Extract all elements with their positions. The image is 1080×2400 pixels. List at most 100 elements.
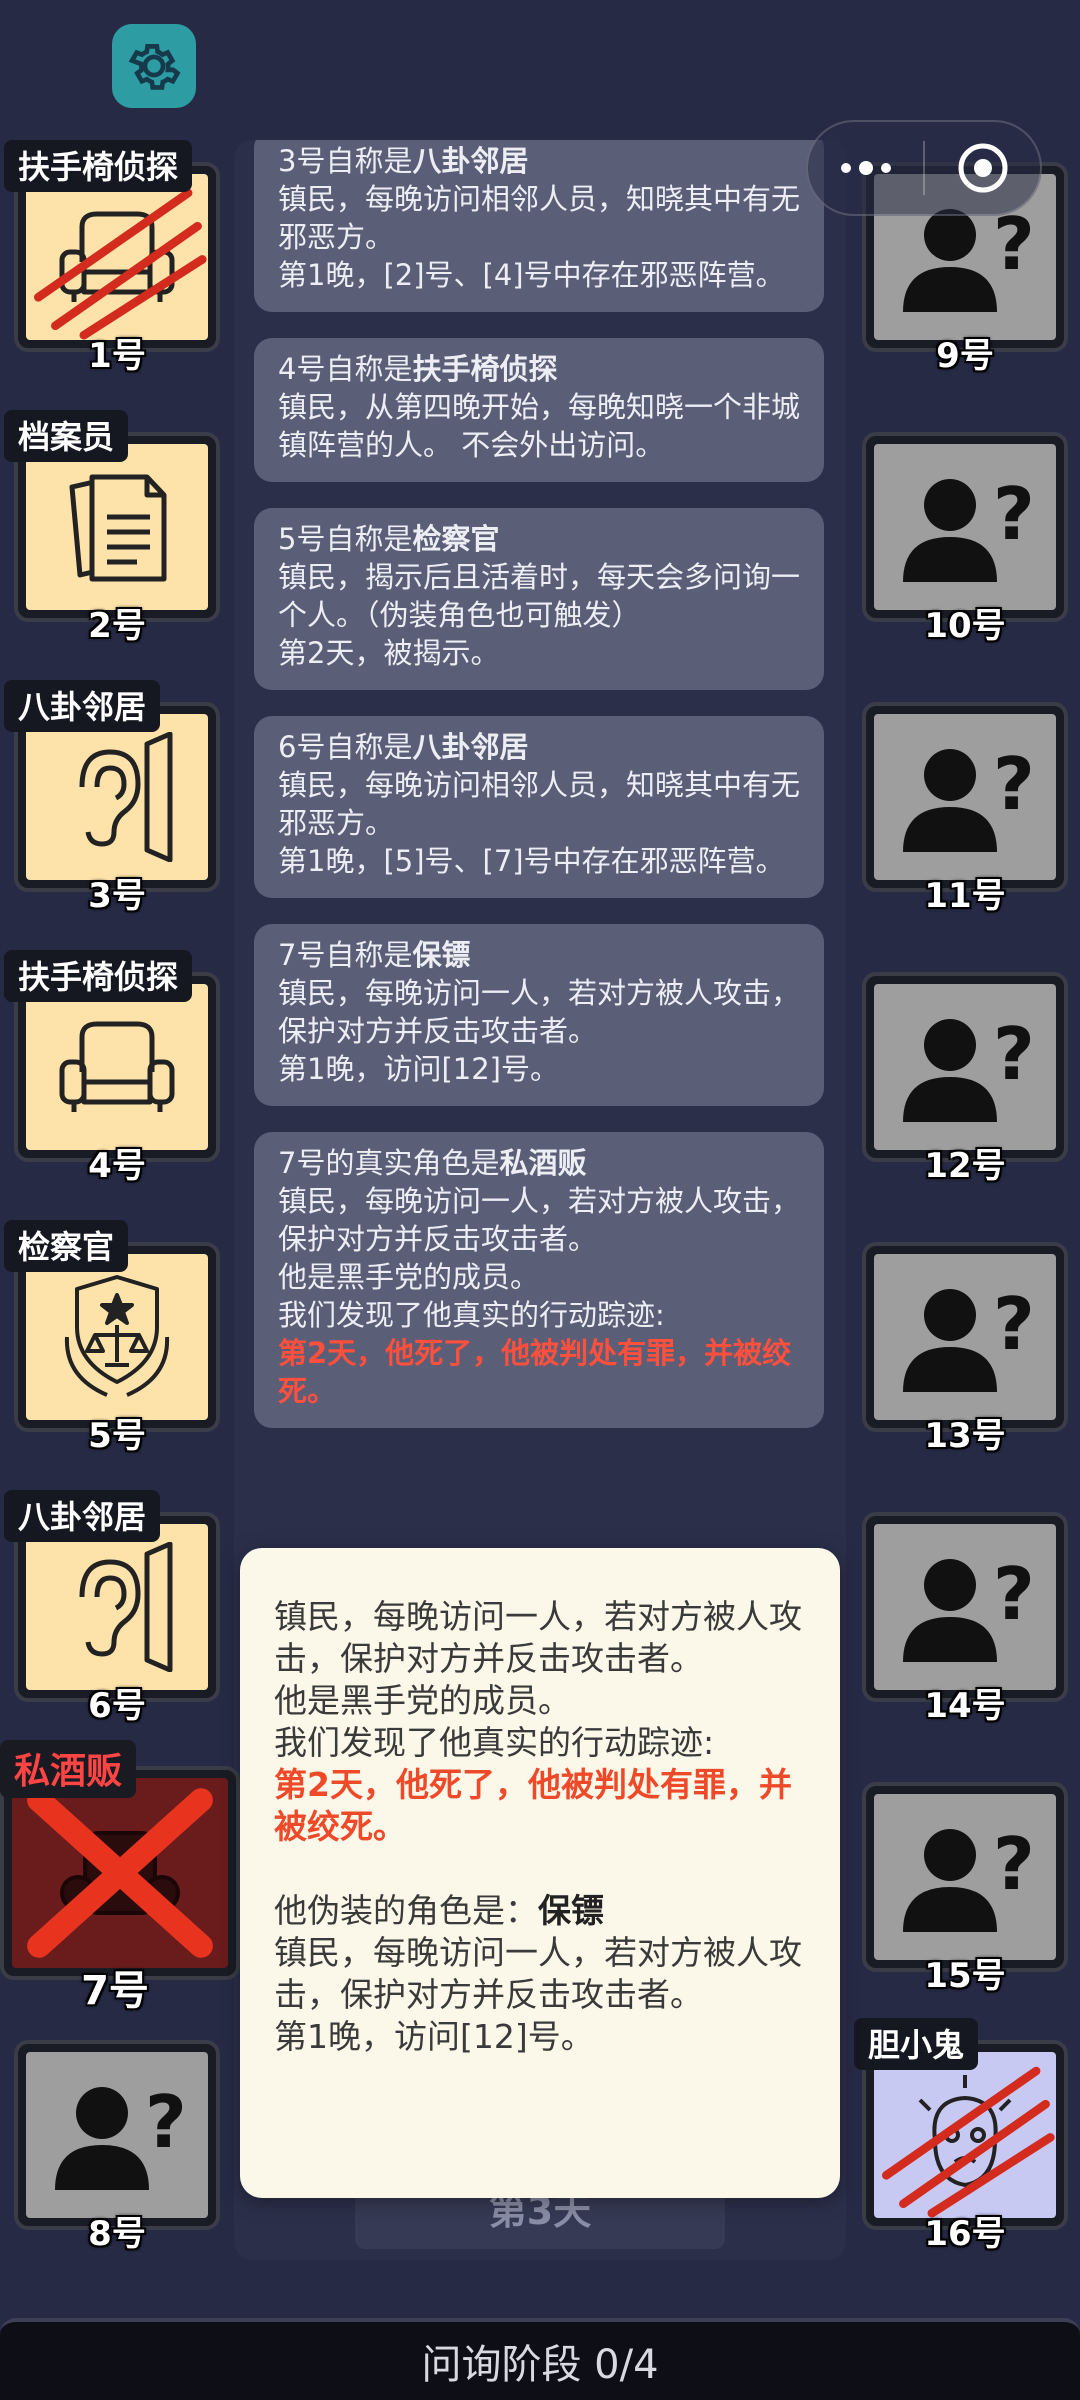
player-tile: ?	[862, 702, 1068, 892]
role-tag: 扶手椅侦探	[4, 950, 193, 1002]
log-list[interactable]: 3号自称是八卦邻居 镇民，每晚访问相邻人员，知晓其中有无邪恶方。 第1晚，[2]…	[254, 140, 824, 1560]
player-portrait: ?	[874, 444, 1056, 610]
mini-program-capsule	[806, 120, 1042, 216]
player-number: 13号	[924, 1416, 1006, 1456]
log-detail: 第2天，被揭示。	[278, 636, 500, 670]
player-portrait	[26, 984, 208, 1150]
svg-text:?: ?	[993, 1552, 1035, 1636]
player-number: 1号	[88, 336, 146, 376]
player-number: 8号	[88, 2214, 146, 2254]
player-tile: ?	[862, 1242, 1068, 1432]
player-seat[interactable]: ? 15号	[850, 1760, 1068, 1996]
log-card: 5号自称是检察官 镇民，揭示后且活着时，每天会多问询一个人。（伪装角色也可触发）…	[254, 508, 824, 690]
popup-death-text: 第2天，他死了，他被判处有罪，并被绞死。	[274, 1765, 792, 1846]
role-tag: 胆小鬼	[854, 2018, 979, 2070]
popup-desc: 镇民，每晚访问一人，若对方被人攻击，保护对方并反击攻击者。	[274, 1597, 802, 1678]
log-card: 4号自称是扶手椅侦探 镇民，从第四晚开始，每晚知晓一个非城镇阵营的人。 不会外出…	[254, 338, 824, 482]
target-close-icon	[958, 143, 1007, 193]
log-title-role: 八卦邻居	[412, 730, 529, 764]
unknown-person-icon: ?	[903, 472, 1035, 582]
unknown-person-icon: ?	[903, 1822, 1035, 1932]
player-seat[interactable]: 扶手椅侦探 4号	[2, 950, 220, 1186]
player-seat[interactable]: ? 10号	[850, 410, 1068, 646]
log-title-prefix: 7号自称是	[278, 938, 413, 972]
svg-text:?: ?	[993, 1822, 1035, 1906]
player-seat[interactable]: ? 13号	[850, 1220, 1068, 1456]
player-portrait: ?	[874, 714, 1056, 880]
log-card-true-role: 7号的真实角色是私酒贩 镇民，每晚访问一人，若对方被人攻击，保护对方并反击攻击者…	[254, 1132, 824, 1428]
popup-faction: 他是黑手党的成员。	[274, 1681, 571, 1720]
log-desc: 镇民，每晚访问一人，若对方被人攻击，保护对方并反击攻击者。	[278, 976, 801, 1048]
player-seat[interactable]: 档案员 2号	[2, 410, 220, 646]
player-seat[interactable]: ? 8号	[2, 2018, 220, 2254]
popup-disguise-role: 保镖	[538, 1891, 604, 1930]
role-tag: 检察官	[4, 1220, 129, 1272]
player-seat[interactable]: 八卦邻居 6号	[2, 1490, 220, 1726]
player-number: 4号	[88, 1146, 146, 1186]
player-portrait	[26, 714, 208, 880]
log-title-prefix: 6号自称是	[278, 730, 413, 764]
player-number: 6号	[88, 1686, 146, 1726]
player-number: 7号	[81, 1968, 149, 2014]
role-tag: 私酒贩	[0, 1740, 137, 1798]
svg-text:?: ?	[993, 1012, 1035, 1096]
player-number: 2号	[88, 606, 146, 646]
more-button[interactable]	[808, 122, 923, 214]
unknown-person-icon: ?	[55, 2080, 187, 2190]
documents-icon	[69, 474, 167, 582]
player-portrait	[12, 1778, 228, 1968]
settings-button[interactable]	[112, 24, 196, 108]
player-seat[interactable]: 胆小鬼 16号	[850, 2018, 1068, 2254]
popup-trace-intro: 我们发现了他真实的行动踪迹:	[274, 1723, 715, 1762]
log-title-prefix: 7号的真实角色是	[278, 1146, 500, 1180]
ear-icon	[79, 732, 173, 862]
log-trace-intro: 我们发现了他真实的行动踪迹:	[278, 1298, 665, 1332]
role-tag: 八卦邻居	[4, 1490, 161, 1542]
svg-text:?: ?	[993, 1282, 1035, 1366]
unknown-person-icon: ?	[903, 1282, 1035, 1392]
player-number: 5号	[88, 1416, 146, 1456]
player-seat[interactable]: ? 11号	[850, 680, 1068, 916]
popup-disguise-prefix: 他伪装的角色是：	[274, 1891, 538, 1930]
player-portrait: ?	[874, 1254, 1056, 1420]
log-title-role: 八卦邻居	[412, 144, 529, 178]
ear-icon	[79, 1542, 173, 1672]
player-number: 10号	[924, 606, 1006, 646]
player-seat[interactable]: 私酒贩 7号	[0, 1740, 240, 2014]
player-portrait: ?	[874, 1524, 1056, 1690]
log-title-prefix: 4号自称是	[278, 352, 413, 386]
log-title-prefix: 3号自称是	[278, 144, 413, 178]
log-detail: 第1晚，[5]号、[7]号中存在邪恶阵营。	[278, 844, 785, 878]
log-card: 6号自称是八卦邻居 镇民，每晚访问相邻人员，知晓其中有无邪恶方。 第1晚，[5]…	[254, 716, 824, 898]
log-desc: 镇民，每晚访问相邻人员，知晓其中有无邪恶方。	[278, 768, 801, 840]
player-seat[interactable]: 检察官 5号	[2, 1220, 220, 1456]
player-tile: ?	[862, 1512, 1068, 1702]
close-mini-program-button[interactable]	[925, 122, 1040, 214]
log-desc: 镇民，从第四晚开始，每晚知晓一个非城镇阵营的人。 不会外出访问。	[278, 390, 801, 462]
gear-icon	[128, 44, 181, 90]
justice-badge-icon	[64, 1275, 170, 1397]
popup-disguise-detail: 第1晚，访问[12]号。	[274, 2017, 594, 2056]
claw-mark-icon	[881, 2066, 1055, 2218]
player-tile: ?	[862, 1782, 1068, 1972]
phase-label: 问询阶段 0/4	[421, 2342, 659, 2388]
claw-mark-icon	[34, 188, 207, 340]
unknown-person-icon: ?	[903, 1552, 1035, 1662]
log-card: 7号自称是保镖 镇民，每晚访问一人，若对方被人攻击，保护对方并反击攻击者。 第1…	[254, 924, 824, 1106]
player-seat[interactable]: 八卦邻居 3号	[2, 680, 220, 916]
armchair-icon	[59, 1021, 175, 1112]
player-number: 9号	[936, 336, 994, 376]
player-seat[interactable]: ? 12号	[850, 950, 1068, 1186]
log-desc: 镇民，每晚访问一人，若对方被人攻击，保护对方并反击攻击者。	[278, 1184, 801, 1256]
log-card: 3号自称是八卦邻居 镇民，每晚访问相邻人员，知晓其中有无邪恶方。 第1晚，[2]…	[254, 140, 824, 312]
popup-spacer	[274, 1848, 806, 1890]
svg-text:?: ?	[993, 472, 1035, 556]
player-number: 12号	[924, 1146, 1006, 1186]
player-portrait: ?	[874, 1794, 1056, 1960]
log-detail: 第1晚，访问[12]号。	[278, 1052, 559, 1086]
role-detail-popup[interactable]: 镇民，每晚访问一人，若对方被人攻击，保护对方并反击攻击者。 他是黑手党的成员。 …	[240, 1548, 840, 2198]
player-seat[interactable]: ? 14号	[850, 1490, 1068, 1726]
player-tile: ?	[14, 2040, 220, 2230]
player-number: 3号	[88, 876, 146, 916]
player-seat[interactable]: 扶手椅侦探 1号	[2, 140, 220, 376]
